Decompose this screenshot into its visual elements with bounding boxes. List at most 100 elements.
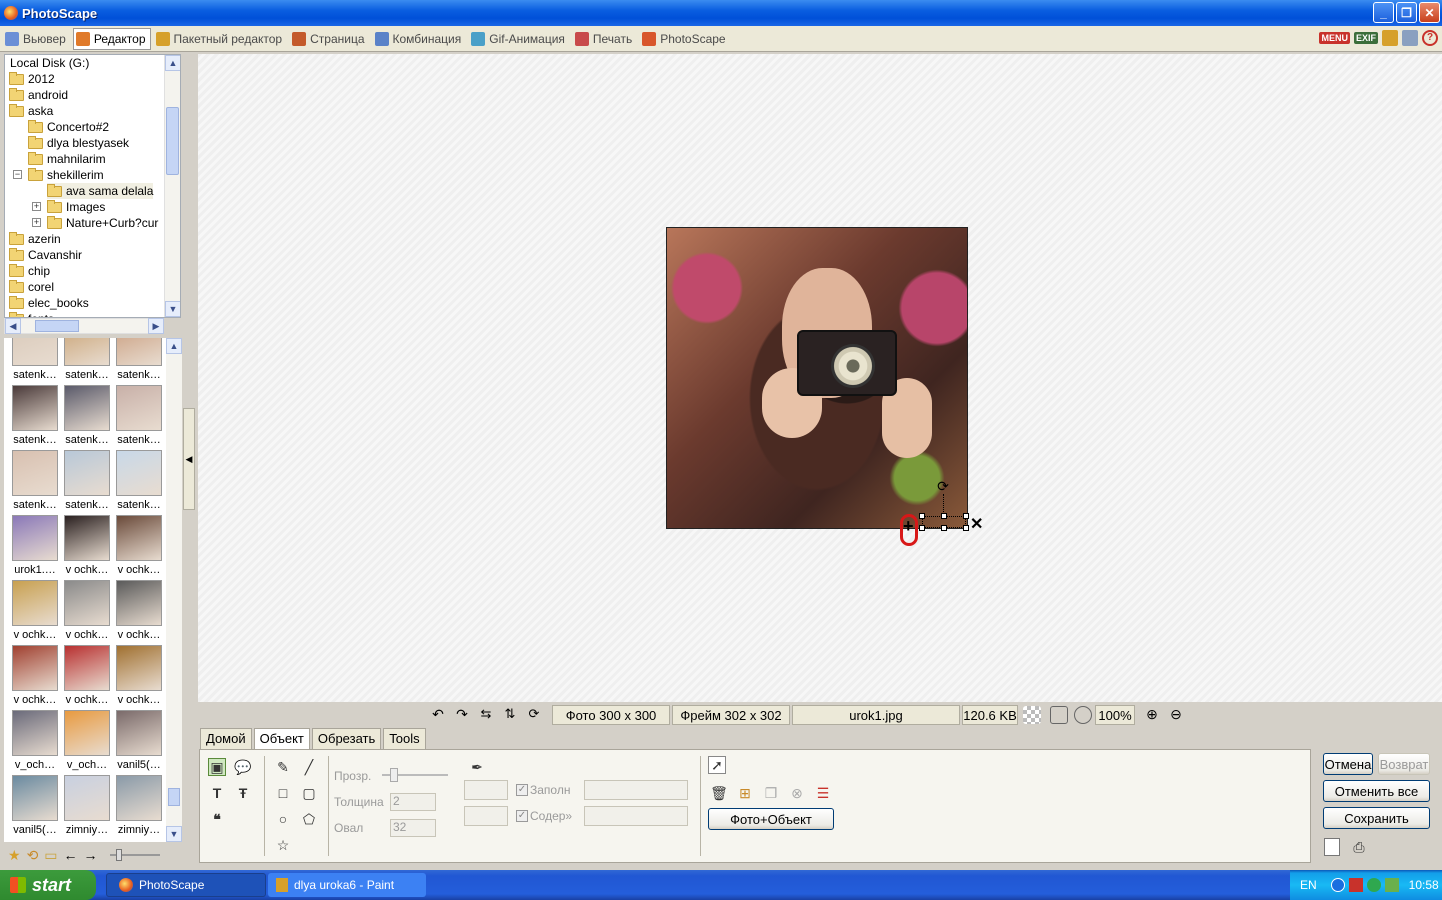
resize-handle-tr[interactable] [963,513,969,519]
tray-chat-icon[interactable] [1366,878,1381,892]
opacity-slider-thumb[interactable] [390,768,398,782]
photo-insert-icon[interactable]: ▣ [208,758,226,776]
resize-handle-br[interactable] [963,525,969,531]
polygon-icon[interactable]: ⬠ [300,810,318,828]
rotate-left-icon[interactable]: ↶ [429,706,447,724]
tree-folder[interactable]: chip [9,263,50,279]
duplicate-object-icon[interactable]: ❐ [762,784,780,802]
thumb-scroll-down-button[interactable]: ▼ [166,826,182,842]
tree-folder[interactable]: Nature+Curb?cur [47,215,158,231]
thumb-scroll-thumb[interactable] [168,788,180,806]
ellipse-icon[interactable]: ○ [274,810,292,828]
tab-1[interactable]: Редактор [72,27,151,50]
menu-button[interactable]: MENU [1319,32,1350,44]
resize-handle-tm[interactable] [941,513,947,519]
undo-all-button[interactable]: Отменить все [1323,780,1430,802]
thumbnail-item[interactable]: v_och… [10,710,60,771]
thumbnail-item[interactable]: satenk… [10,338,60,381]
tab-7[interactable]: PhotoScape [639,28,730,50]
flip-vertical-icon[interactable]: ⇅ [501,706,519,724]
subtab-0[interactable]: Домой [200,728,252,750]
thumbnail-item[interactable]: vanil5(… [114,710,164,771]
open-folder-icon[interactable]: ▭ [44,847,57,864]
tree-folder[interactable]: aska [9,103,53,119]
scroll-right-button[interactable]: ▶ [148,318,164,334]
thumbnail-item[interactable]: v ochk… [10,645,60,706]
expand-icon[interactable]: + [32,202,41,211]
thumbnail-scrollbar[interactable]: ▲ ▼ [166,338,182,842]
tree-folder[interactable]: azerin [9,231,61,247]
quote-icon[interactable]: ❝ [208,810,226,828]
fill-checkbox[interactable]: ✓ [516,784,528,796]
thumbnail-item[interactable]: v ochk… [62,515,112,576]
text-icon[interactable]: T [208,784,226,802]
tab-0[interactable]: Вьювер [2,28,71,50]
subtab-1[interactable]: Объект [253,728,310,751]
tab-6[interactable]: Печать [572,28,637,50]
back-icon[interactable]: ← [64,847,78,863]
flip-horizontal-icon[interactable]: ⇆ [477,706,495,724]
language-indicator[interactable]: EN [1300,878,1317,892]
copy-icon[interactable] [1402,30,1418,46]
delete-object-icon[interactable]: ✕ [970,514,983,534]
tray-antivirus-icon[interactable] [1348,878,1363,892]
thumbnail-item[interactable]: urok1.… [10,515,60,576]
tree-hscroll-thumb[interactable] [35,320,79,332]
tree-horizontal-scrollbar[interactable]: ◀ ▶ [4,318,164,334]
zoom-out-icon[interactable]: ⊖ [1167,706,1185,724]
exif-button[interactable]: EXIF [1353,32,1378,44]
thumbnail-item[interactable]: satenk… [114,450,164,511]
tree-folder[interactable]: shekillerim [28,167,104,183]
expand-icon[interactable]: + [32,218,41,227]
thumbnail-item[interactable]: v_och… [62,710,112,771]
rotate-right-icon[interactable]: ↷ [453,706,471,724]
close-button[interactable]: ✕ [1419,2,1440,23]
oval-spinner[interactable]: 32 [390,819,436,837]
thumbnail-size-slider[interactable] [109,849,160,861]
tree-folder[interactable]: elec_books [9,295,89,311]
fit-window-icon[interactable] [1050,706,1068,724]
tab-5[interactable]: Gif-Анимация [468,28,570,50]
tab-2[interactable]: Пакетный редактор [153,28,288,50]
tree-folder[interactable]: Cavanshir [9,247,82,263]
tab-3[interactable]: Страница [289,28,369,50]
tree-folder[interactable]: corel [9,279,54,295]
subtab-3[interactable]: Tools [383,728,426,750]
folder-tree[interactable]: ▲ ▼ Local Disk (G:) 2012 android aska Concer… [4,54,181,318]
actual-size-icon[interactable] [1074,706,1092,724]
taskbar-item-paint[interactable]: dlya uroka6 - Paint [268,873,426,897]
thumbnail-item[interactable]: satenk… [62,338,112,381]
thumbnail-item[interactable]: satenk… [10,385,60,446]
tree-folder[interactable]: dlya blestyasek [28,135,129,151]
tree-scroll-thumb[interactable] [166,107,179,175]
collapse-icon[interactable]: − [13,170,22,179]
thumbnail-item[interactable]: zimniy… [62,775,112,836]
resize-handle-bl[interactable] [919,525,925,531]
fill-color-dropdown[interactable] [464,780,508,800]
star-icon[interactable]: ☆ [274,836,292,854]
thumbnail-item[interactable]: satenk… [62,450,112,511]
stroke-color-dropdown[interactable] [464,806,508,826]
thumbnail-item[interactable]: v ochk… [114,580,164,641]
select-arrow-icon[interactable]: ➚ [708,756,726,774]
forward-icon[interactable]: → [84,847,98,863]
transparency-grid-icon[interactable] [1023,706,1041,724]
line-icon[interactable]: ╱ [300,758,318,776]
refresh-icon[interactable]: ⟲ [27,847,39,864]
text-outline-icon[interactable]: Ŧ [234,784,252,802]
content-checkbox[interactable]: ✓ [516,810,528,822]
minimize-button[interactable]: _ [1373,2,1394,23]
fill-style-dropdown[interactable] [584,780,688,800]
scroll-down-button[interactable]: ▼ [165,301,180,317]
panel-collapse-splitter[interactable]: ◀ [183,408,195,510]
slideshow-icon[interactable] [1382,30,1398,46]
rounded-rectangle-icon[interactable]: ▢ [300,784,318,802]
object-list-icon[interactable]: ☰ [814,784,832,802]
photo-object-button[interactable]: Фото+Объект [708,808,834,830]
thumbnail-item[interactable]: v ochk… [114,645,164,706]
thickness-spinner[interactable]: 2 [390,793,436,811]
thumbnail-item[interactable]: satenk… [114,338,164,381]
tree-folder[interactable]: mahnilarim [28,151,106,167]
thumb-scroll-up-button[interactable]: ▲ [166,338,182,354]
tree-folder[interactable]: Concerto#2 [28,119,109,135]
